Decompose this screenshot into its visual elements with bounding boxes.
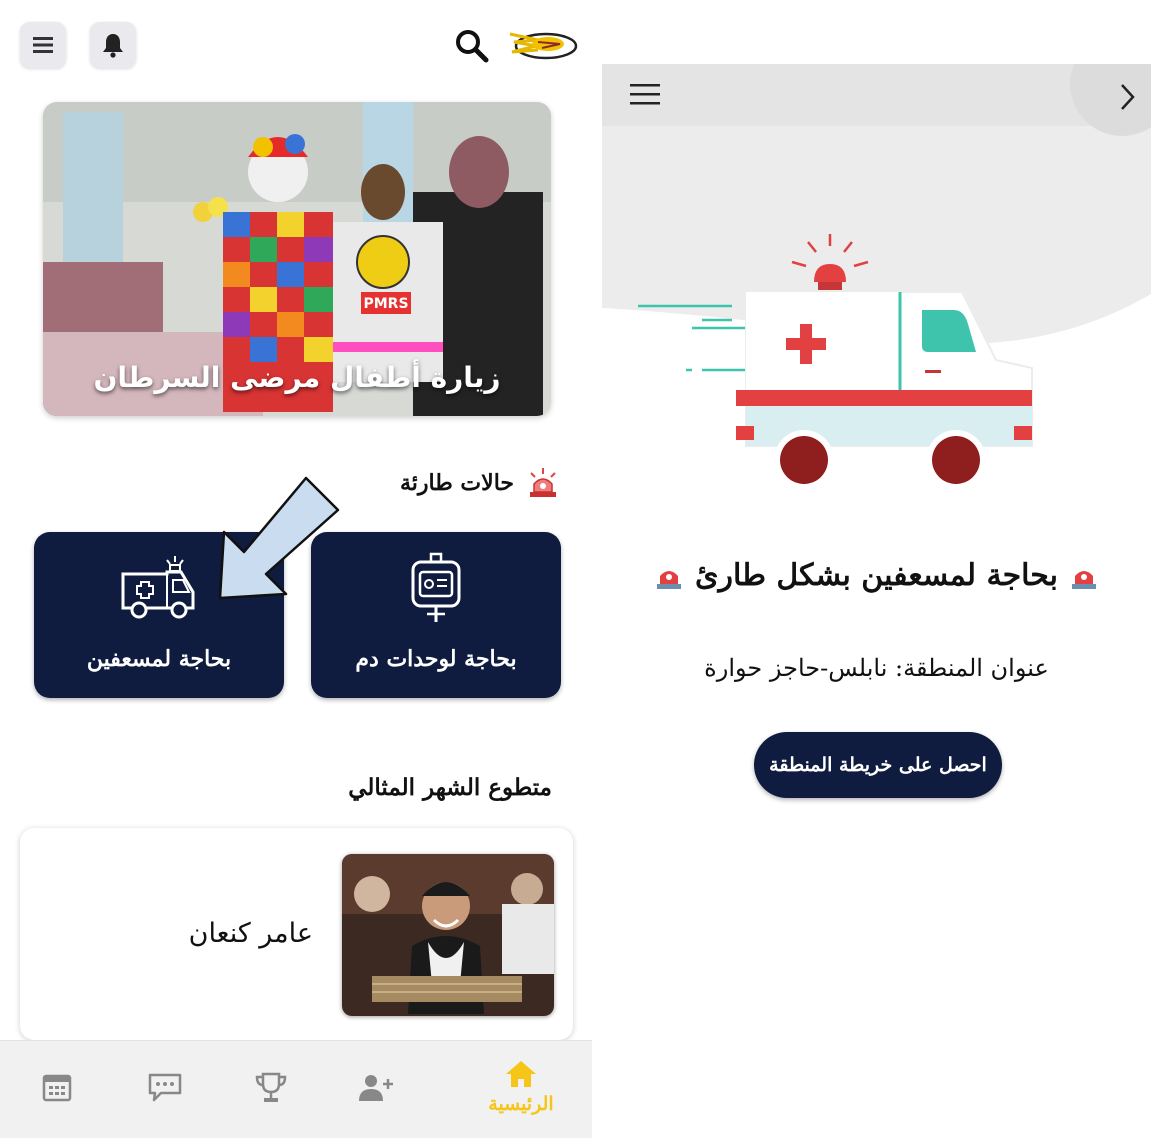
area-address: عنوان المنطقة: نابلس-حاجز حوارة [704,654,1049,682]
emergency-detail-screen: بحاجة لمسعفين بشكل طارئ عنوان المنطقة: ن… [602,64,1151,1137]
siren-icon [530,468,556,497]
home-screen: PMRS زيارة أطفال مرضى السرطان حالات طارئ… [0,0,592,1138]
emergency-title-text: بحاجة لمسعفين بشكل طارئ [695,558,1058,593]
blood-units-label: بحاجة لوحدات دم [355,646,517,672]
volunteer-name: عامر كنعان [188,918,313,949]
blood-bag-icon [411,552,461,622]
pointer-arrow [218,476,340,600]
siren-icon [657,570,681,589]
screen-divider [592,0,602,1137]
search-button[interactable] [452,26,492,66]
banner-card[interactable]: PMRS زيارة أطفال مرضى السرطان [43,102,551,416]
banner-caption: زيارة أطفال مرضى السرطان [93,361,501,394]
bottom-navigation: الرئيسية [0,1040,592,1138]
search-icon [456,30,489,63]
paramedics-label: بحاجة لمسعفين [86,646,232,672]
nav-home-label: الرئيسية [488,1093,554,1115]
chevron-right-icon[interactable] [1112,80,1142,114]
vest-logo-text: PMRS [363,296,408,312]
get-map-button[interactable]: احصل على خريطة المنطقة [754,732,1002,798]
menu-icon [33,37,53,53]
bell-icon [103,34,123,58]
volunteer-photo [342,854,554,1016]
nav-add-user[interactable] [352,1067,402,1107]
volunteer-card[interactable]: عامر كنعان [20,828,573,1040]
emergency-title: بحاجة لمسعفين بشكل طارئ [602,558,1151,593]
home-icon [506,1061,536,1087]
calendar-icon [42,1074,72,1102]
volunteer-section-title: متطوع الشهر المثالي [348,774,552,801]
ambulance-icon [121,556,195,619]
ambulance-illustration [638,234,1033,490]
nav-calendar[interactable] [32,1067,82,1107]
nav-chat[interactable] [140,1067,190,1107]
trophy-icon [255,1072,287,1102]
logo [502,20,582,70]
menu-button[interactable] [20,22,66,68]
chat-icon [148,1073,182,1102]
add-user-icon [359,1075,393,1101]
menu-icon[interactable] [628,80,664,110]
nav-home[interactable]: الرئيسية [486,1059,556,1129]
siren-icon [1072,570,1096,589]
nav-trophy[interactable] [246,1067,296,1107]
emergency-section-title: حالات طارئة [400,470,514,496]
notifications-button[interactable] [90,22,136,68]
emergency-section-header: حالات طارئة [400,466,560,500]
